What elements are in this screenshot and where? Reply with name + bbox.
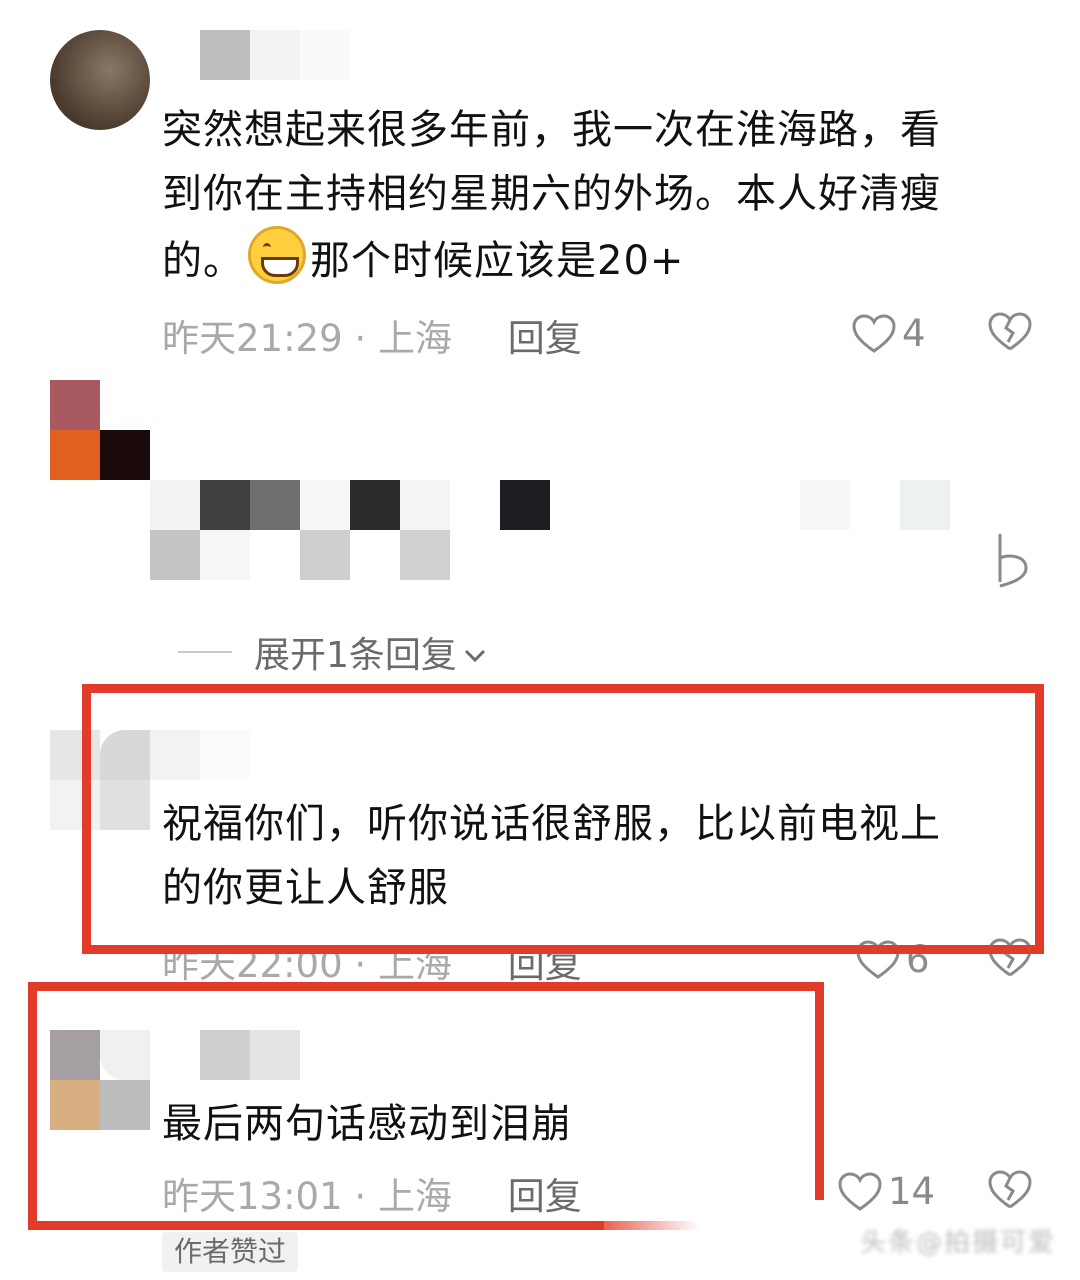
grinning-face-icon [248, 226, 306, 284]
comment-time: 昨天21:29 [162, 317, 343, 360]
comment-line: 突然想起来很多年前，我一次在淮海路，看 [162, 107, 941, 153]
author-liked-badge: 作者赞过 [162, 1232, 299, 1272]
broken-heart-icon [988, 312, 1032, 351]
pixelated-content [200, 480, 250, 530]
expand-replies-label: 展开1条回复 [254, 635, 457, 676]
comment-text-part: 那个时候应该是20+ [310, 238, 685, 284]
comment-location: 上海 [377, 317, 452, 360]
dislike-button[interactable] [988, 1170, 1032, 1214]
meta-separator: · [354, 317, 367, 360]
heart-icon [838, 1171, 882, 1212]
broken-heart-icon [998, 534, 1028, 588]
dislike-button[interactable] [988, 312, 1032, 356]
pixelated-content [200, 530, 250, 580]
pixelated-content [400, 480, 450, 530]
username-pixelated [300, 30, 350, 80]
pixelated-content [250, 480, 300, 530]
chevron-down-icon [463, 632, 487, 673]
comment-line: 到你在主持相约星期六的外场。本人好清瘦 [162, 171, 941, 217]
pixelated-content [800, 480, 850, 530]
pixelated-content [300, 480, 350, 530]
pixelated-content [300, 530, 350, 580]
divider [178, 651, 232, 653]
pixelated-content [900, 480, 950, 530]
comment-line: 的。 那个时候应该是20+ [162, 226, 941, 293]
highlight-box [82, 684, 1044, 954]
pixelated-content [400, 530, 450, 580]
username-pixelated [250, 30, 300, 80]
broken-heart-icon [988, 1170, 1032, 1209]
watermark-text: 头条@拍摄可爱 [859, 1228, 1056, 1258]
like-button[interactable]: 4 [852, 312, 926, 355]
avatar[interactable] [50, 380, 150, 480]
username-pixelated[interactable] [200, 30, 250, 80]
expand-replies-button[interactable]: 展开1条回复 [178, 626, 487, 678]
like-count: 14 [888, 1170, 936, 1213]
like-button[interactable]: 14 [838, 1170, 935, 1213]
highlight-box [28, 982, 824, 1230]
pixelated-content [350, 480, 400, 530]
comment-meta: 昨天21:29 · 上海 回复 [162, 308, 582, 362]
pixelated-content [150, 530, 200, 580]
pixelated-content [150, 480, 200, 530]
comment-body: 突然想起来很多年前，我一次在淮海路，看 到你在主持相约星期六的外场。本人好清瘦 … [162, 98, 941, 293]
pixelated-content [500, 480, 550, 530]
avatar[interactable] [50, 30, 150, 130]
comment-text-part: 的。 [162, 238, 244, 284]
reply-button[interactable]: 回复 [508, 317, 582, 360]
dislike-button[interactable] [996, 532, 1030, 592]
like-count: 4 [902, 312, 926, 355]
heart-icon [852, 313, 896, 354]
